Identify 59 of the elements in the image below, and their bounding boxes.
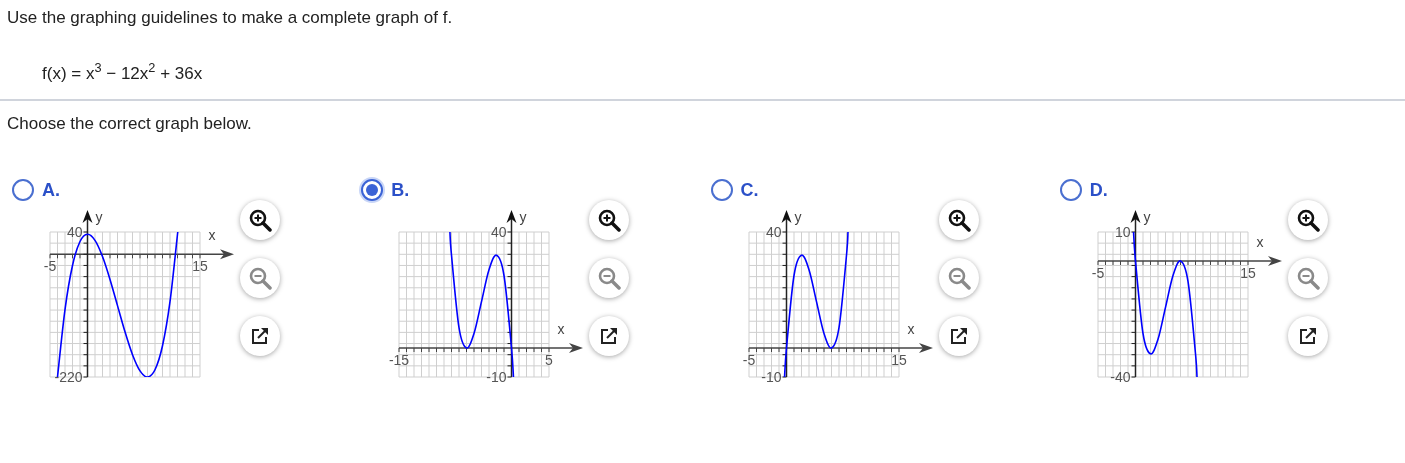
zoom-out-button[interactable] bbox=[938, 257, 979, 298]
external-link-icon bbox=[599, 325, 620, 346]
new-window-button[interactable] bbox=[1287, 315, 1328, 356]
zoom-out-button[interactable] bbox=[589, 257, 630, 298]
tick-label: -10 bbox=[486, 368, 507, 385]
tick-label: -5 bbox=[1091, 264, 1104, 281]
zoom-in-button[interactable] bbox=[240, 199, 280, 240]
tick-label: -220 bbox=[54, 368, 83, 385]
zoom-out-icon bbox=[248, 265, 272, 290]
tick-label: 15 bbox=[1239, 264, 1256, 281]
axis-label: y bbox=[1143, 208, 1151, 225]
option-label: D. bbox=[1089, 178, 1108, 202]
radio-button[interactable] bbox=[361, 179, 384, 201]
axis-label: y bbox=[95, 208, 103, 225]
external-link-icon bbox=[1297, 325, 1318, 346]
zoom-out-button[interactable] bbox=[1287, 257, 1328, 298]
function-formula: f(x) = x$^{3}$ − 12x$^{2}$ + 36x bbox=[42, 60, 204, 85]
zoom-in-button[interactable] bbox=[589, 199, 630, 240]
zoom-in-icon bbox=[597, 207, 622, 232]
tick-label: -5 bbox=[43, 257, 57, 274]
zoom-out-button[interactable] bbox=[240, 257, 280, 298]
option-label: C. bbox=[740, 178, 759, 202]
zoom-in-button[interactable] bbox=[938, 199, 979, 240]
question-text: Use the graphing guidelines to make a complete graph of f. bbox=[7, 7, 454, 29]
axis-label: x bbox=[208, 226, 216, 243]
option-label: B. bbox=[391, 178, 410, 202]
radio-button[interactable] bbox=[12, 179, 34, 201]
zoom-in-icon bbox=[946, 207, 971, 232]
new-window-button[interactable] bbox=[240, 315, 280, 356]
tick-label: -10 bbox=[760, 368, 781, 385]
radio-button[interactable] bbox=[710, 179, 733, 201]
external-link-icon bbox=[948, 325, 969, 346]
zoom-out-icon bbox=[1295, 265, 1320, 290]
zoom-in-button[interactable] bbox=[1287, 199, 1328, 240]
axis-label: x bbox=[1256, 233, 1264, 250]
axis-label: y bbox=[794, 208, 801, 225]
new-window-button[interactable] bbox=[938, 315, 979, 356]
option-label: A. bbox=[42, 178, 60, 202]
tick-label: 15 bbox=[890, 351, 907, 368]
axis-label: x bbox=[907, 320, 914, 337]
new-window-button[interactable] bbox=[589, 315, 630, 356]
question-prompt: Choose the correct graph below. bbox=[7, 113, 253, 135]
tick-label: 5 bbox=[545, 351, 554, 368]
zoom-in-icon bbox=[1295, 207, 1320, 232]
zoom-out-icon bbox=[946, 265, 971, 290]
zoom-in-icon bbox=[248, 207, 272, 232]
radio-button[interactable] bbox=[1059, 179, 1082, 201]
tick-label: 40 bbox=[66, 223, 83, 240]
axis-label: y bbox=[519, 208, 527, 225]
tick-label: -5 bbox=[742, 351, 755, 368]
axis-label: x bbox=[557, 320, 565, 337]
tick-label: -40 bbox=[1110, 368, 1131, 385]
tick-label: 15 bbox=[192, 257, 208, 274]
external-link-icon bbox=[250, 325, 270, 346]
tick-label: 40 bbox=[765, 223, 781, 240]
zoom-out-icon bbox=[597, 265, 622, 290]
tick-label: -15 bbox=[389, 351, 410, 368]
tick-label: 10 bbox=[1114, 223, 1131, 240]
tick-label: 40 bbox=[491, 223, 507, 240]
